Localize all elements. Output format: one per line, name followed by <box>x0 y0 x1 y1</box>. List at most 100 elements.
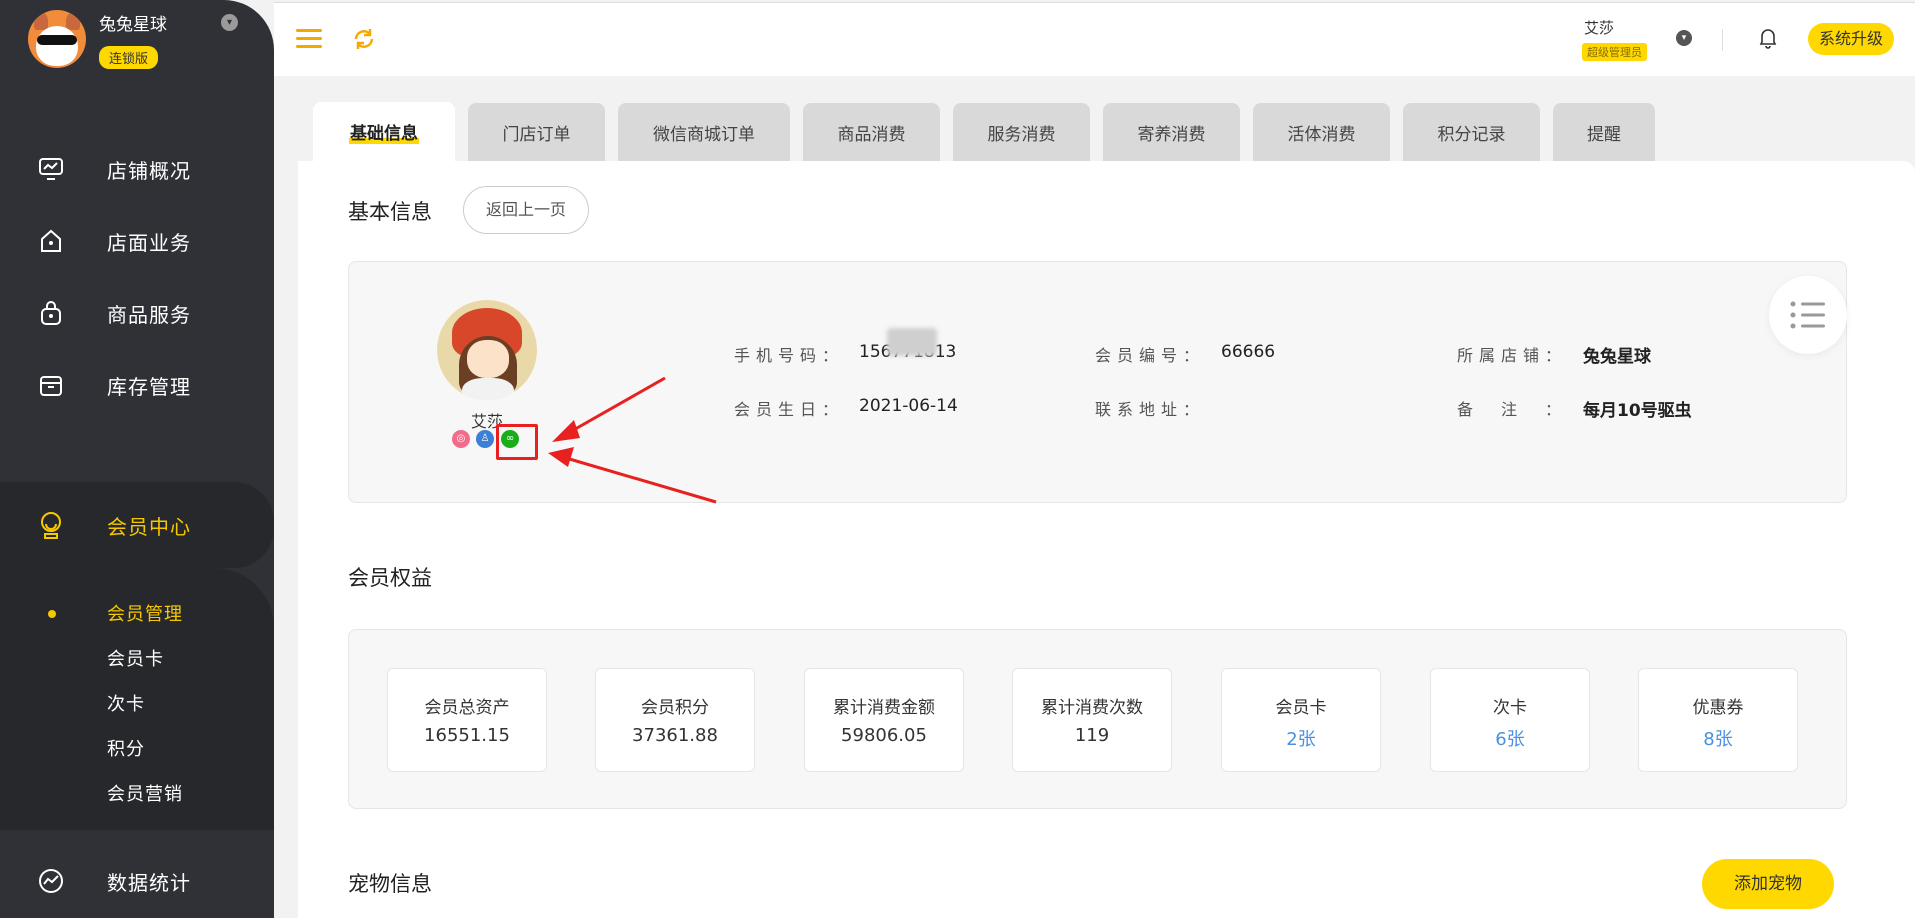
back-button[interactable]: 返回上一页 <box>463 186 589 234</box>
stat-times-cards[interactable]: 次卡 6张 <box>1430 668 1590 772</box>
tab-label: 服务消费 <box>987 124 1056 145</box>
tab-service-consumption[interactable]: 服务消费 <box>953 103 1090 161</box>
tab-label: 商品消费 <box>837 124 906 145</box>
remark-label: 备 注 ： <box>1457 400 1568 419</box>
stat-label: 会员卡 <box>1275 698 1327 718</box>
avatar <box>437 300 537 400</box>
member-icon <box>36 510 66 540</box>
pets-title: 宠物信息 <box>348 872 432 896</box>
tab-basic-info[interactable]: 基础信息 <box>313 102 455 161</box>
stat-label: 会员总资产 <box>424 698 510 718</box>
tab-label: 积分记录 <box>1437 124 1506 145</box>
bell-icon[interactable] <box>1758 27 1778 49</box>
tab-boarding-consumption[interactable]: 寄养消费 <box>1103 103 1240 161</box>
member-rights-card: 会员总资产 16551.15 会员积分 37361.88 累计消费金额 59806.0… <box>348 629 1847 809</box>
tab-goods-consumption[interactable]: 商品消费 <box>803 103 940 161</box>
stat-label: 累计消费次数 <box>1041 698 1143 718</box>
stat-value: 16551.15 <box>424 725 510 746</box>
sidebar-item-goods-services[interactable]: 商品服务 <box>0 278 274 348</box>
active-dot <box>48 610 56 618</box>
sidebar: 兔兔星球 连锁版 ▾ 店铺概况 店面业务 商品服务 库存管理 会员中心 会员管理… <box>0 0 274 918</box>
sidebar-item-label: 店铺概况 <box>107 158 191 183</box>
edition-badge: 连锁版 <box>99 46 159 69</box>
bag-icon <box>36 298 66 328</box>
member-no-value: 66666 <box>1221 342 1276 362</box>
stat-label: 次卡 <box>1493 698 1527 718</box>
sidebar-subitem-member-card[interactable]: 会员卡 <box>107 645 164 671</box>
menu-icon[interactable] <box>296 29 322 49</box>
brand-block[interactable]: 兔兔星球 连锁版 ▾ <box>28 10 268 80</box>
tab-reminder[interactable]: 提醒 <box>1553 103 1655 161</box>
sidebar-item-label: 商品服务 <box>107 302 191 327</box>
user-role-badge: 超级管理员 <box>1582 43 1647 61</box>
chart-icon <box>36 866 66 896</box>
divider <box>1722 29 1723 51</box>
chevron-down-icon[interactable]: ▾ <box>221 14 238 31</box>
stat-points: 会员积分 37361.88 <box>595 668 755 772</box>
store-label: 所属店铺： <box>1457 346 1568 365</box>
tab-wechat-orders[interactable]: 微信商城订单 <box>618 103 790 161</box>
list-menu-button[interactable] <box>1769 276 1847 354</box>
store-value: 兔兔星球 <box>1583 347 1651 367</box>
basic-info-title: 基本信息 <box>348 200 432 224</box>
stat-visit-count: 累计消费次数 119 <box>1012 668 1172 772</box>
chevron-down-icon[interactable]: ▾ <box>1676 30 1692 46</box>
stat-total-spend: 累计消费金额 59806.05 <box>804 668 964 772</box>
sidebar-item-inventory[interactable]: 库存管理 <box>0 350 274 420</box>
tab-store-orders[interactable]: 门店订单 <box>468 103 605 161</box>
tab-live-consumption[interactable]: 活体消费 <box>1253 103 1390 161</box>
sidebar-item-overview[interactable]: 店铺概况 <box>0 134 274 204</box>
house-icon <box>36 226 66 256</box>
stat-value: 119 <box>1074 725 1110 746</box>
sidebar-item-statistics[interactable]: 数据统计 <box>0 846 274 916</box>
brand-logo <box>28 10 86 68</box>
rights-title: 会员权益 <box>348 566 432 590</box>
stat-value: 59806.05 <box>841 725 927 746</box>
brand-name: 兔兔星球 <box>99 15 167 35</box>
stat-link-value[interactable]: 8张 <box>1639 725 1797 751</box>
tab-label: 微信商城订单 <box>653 124 755 145</box>
top-bar: 艾莎 超级管理员 ▾ 系统升级 <box>274 2 1915 76</box>
main-panel: 基本信息 返回上一页 艾莎 ◎ ♙ ∞ 手机号码： 156771813 会员编号… <box>298 161 1915 918</box>
list-icon <box>1790 301 1825 329</box>
sidebar-item-label: 店面业务 <box>107 230 191 255</box>
sidebar-subitem-member-management[interactable]: 会员管理 <box>107 600 183 626</box>
member-no-label: 会员编号： <box>1095 346 1206 365</box>
remark-value: 每月10号驱虫 <box>1583 401 1692 421</box>
tab-label: 基础信息 <box>349 119 419 144</box>
tab-label: 门店订单 <box>502 124 571 145</box>
redaction-blur <box>887 328 937 356</box>
stat-value: 37361.88 <box>632 725 718 746</box>
member-info-card: 艾莎 ◎ ♙ ∞ 手机号码： 156771813 会员编号： 66666 所属店… <box>348 261 1847 503</box>
birthday-value: 2021-06-14 <box>859 396 958 416</box>
stat-label: 会员积分 <box>641 698 709 718</box>
sidebar-subitem-points[interactable]: 积分 <box>107 735 145 761</box>
box-icon <box>36 370 66 400</box>
tab-points-record[interactable]: 积分记录 <box>1403 103 1540 161</box>
user-name[interactable]: 艾莎 <box>1584 17 1614 38</box>
sidebar-item-member-center[interactable]: 会员中心 <box>0 482 274 568</box>
stat-label: 优惠券 <box>1692 698 1744 718</box>
sidebar-item-label: 会员中心 <box>107 514 191 539</box>
add-pet-button[interactable]: 添加宠物 <box>1702 859 1834 909</box>
tab-label: 活体消费 <box>1287 124 1356 145</box>
search-badge-icon[interactable]: ◎ <box>452 430 470 448</box>
monitor-icon <box>36 154 66 184</box>
stat-label: 累计消费金额 <box>833 698 935 718</box>
phone-label: 手机号码： <box>734 346 845 365</box>
stat-total-assets: 会员总资产 16551.15 <box>387 668 547 772</box>
address-label: 联系地址： <box>1095 400 1206 419</box>
stat-coupons[interactable]: 优惠券 8张 <box>1638 668 1798 772</box>
sidebar-item-store-business[interactable]: 店面业务 <box>0 206 274 276</box>
annotation-highlight-box <box>496 424 538 460</box>
sidebar-subitem-member-marketing[interactable]: 会员营销 <box>107 780 183 806</box>
person-badge-icon[interactable]: ♙ <box>476 430 494 448</box>
birthday-label: 会员生日： <box>734 400 845 419</box>
tab-label: 提醒 <box>1587 124 1621 145</box>
sidebar-subitem-times-card[interactable]: 次卡 <box>107 690 145 716</box>
refresh-icon[interactable] <box>350 25 378 53</box>
stat-member-cards[interactable]: 会员卡 2张 <box>1221 668 1381 772</box>
stat-link-value[interactable]: 6张 <box>1431 725 1589 751</box>
stat-link-value[interactable]: 2张 <box>1222 725 1380 751</box>
upgrade-button[interactable]: 系统升级 <box>1808 23 1894 55</box>
